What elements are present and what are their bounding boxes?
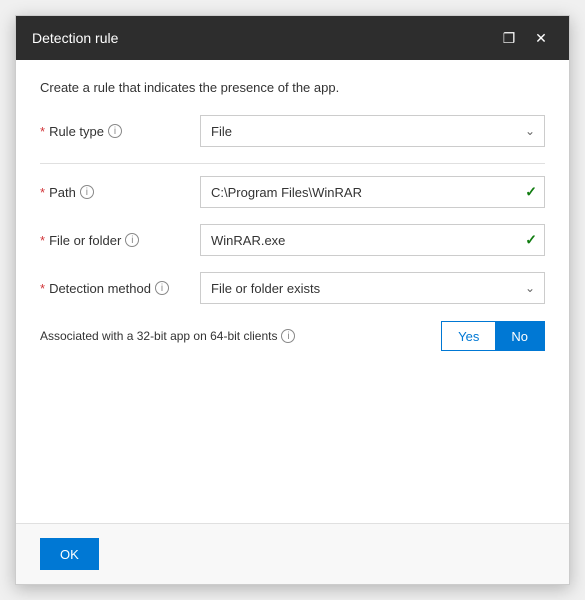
file-or-folder-control: ✓ <box>200 224 545 256</box>
required-star-detection: * <box>40 281 45 296</box>
detection-method-select[interactable]: File or folder exists Date modified Date… <box>200 272 545 304</box>
path-info-icon[interactable]: i <box>80 185 94 199</box>
file-or-folder-label-text: File or folder <box>49 233 121 248</box>
dialog-footer: OK <box>16 523 569 584</box>
file-or-folder-label: * File or folder i <box>40 233 200 248</box>
file-or-folder-input[interactable] <box>200 224 545 256</box>
restore-button[interactable]: ❐ <box>497 26 521 50</box>
associated-32bit-label: Associated with a 32-bit app on 64-bit c… <box>40 329 441 343</box>
detection-method-info-icon[interactable]: i <box>155 281 169 295</box>
path-input[interactable] <box>200 176 545 208</box>
dialog-body: Create a rule that indicates the presenc… <box>16 60 569 523</box>
required-star: * <box>40 124 45 139</box>
path-label: * Path i <box>40 185 200 200</box>
associated-32bit-info-icon[interactable]: i <box>281 329 295 343</box>
rule-type-control: File Registry MSI product code Script ⌄ <box>200 115 545 147</box>
header-controls: ❐ ✕ <box>497 26 553 50</box>
dialog-title: Detection rule <box>32 30 118 46</box>
detection-method-label: * Detection method i <box>40 281 200 296</box>
file-or-folder-group: * File or folder i ✓ <box>40 224 545 256</box>
yes-button[interactable]: Yes <box>442 322 495 350</box>
path-group: * Path i ✓ <box>40 176 545 208</box>
rule-type-label: * Rule type i <box>40 124 200 139</box>
path-control: ✓ <box>200 176 545 208</box>
associated-32bit-group: Associated with a 32-bit app on 64-bit c… <box>40 320 545 352</box>
detection-method-group: * Detection method i File or folder exis… <box>40 272 545 304</box>
detection-method-select-wrapper: File or folder exists Date modified Date… <box>200 272 545 304</box>
divider-1 <box>40 163 545 164</box>
file-or-folder-check-icon: ✓ <box>525 232 537 249</box>
path-check-icon: ✓ <box>525 184 537 201</box>
file-or-folder-input-wrapper: ✓ <box>200 224 545 256</box>
detection-method-control: File or folder exists Date modified Date… <box>200 272 545 304</box>
required-star-file: * <box>40 233 45 248</box>
required-star-path: * <box>40 185 45 200</box>
subtitle: Create a rule that indicates the presenc… <box>40 80 545 95</box>
dialog-header: Detection rule ❐ ✕ <box>16 16 569 60</box>
rule-type-group: * Rule type i File Registry MSI product … <box>40 115 545 147</box>
file-or-folder-info-icon[interactable]: i <box>125 233 139 247</box>
rule-type-select[interactable]: File Registry MSI product code Script <box>200 115 545 147</box>
ok-button[interactable]: OK <box>40 538 99 570</box>
no-button[interactable]: No <box>495 322 544 350</box>
associated-32bit-label-text: Associated with a 32-bit app on 64-bit c… <box>40 329 277 343</box>
yes-no-toggle: Yes No <box>441 321 545 351</box>
detection-method-label-text: Detection method <box>49 281 151 296</box>
close-button[interactable]: ✕ <box>529 26 553 50</box>
path-label-text: Path <box>49 185 76 200</box>
detection-rule-dialog: Detection rule ❐ ✕ Create a rule that in… <box>15 15 570 585</box>
path-input-wrapper: ✓ <box>200 176 545 208</box>
rule-type-select-wrapper: File Registry MSI product code Script ⌄ <box>200 115 545 147</box>
rule-type-label-text: Rule type <box>49 124 104 139</box>
rule-type-info-icon[interactable]: i <box>108 124 122 138</box>
